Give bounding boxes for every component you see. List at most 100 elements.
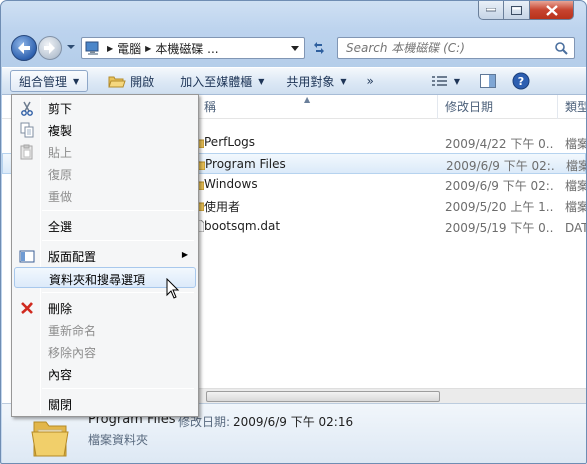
file-date: 2009/6/9 下午 02:... [445, 179, 553, 193]
help-icon: ? [512, 72, 530, 90]
address-bar[interactable]: ▶ 電腦 ▶ 本機磁碟 ... [81, 37, 305, 59]
breadcrumb-separator: ▶ [107, 43, 114, 53]
menu-separator [42, 210, 194, 211]
open-button[interactable]: 開啟 [100, 70, 162, 92]
submenu-arrow-icon: ▶ [181, 250, 188, 259]
file-name: Program Files [205, 157, 286, 171]
horizontal-scrollbar[interactable] [198, 388, 586, 403]
menu-item-label: 關閉 [48, 398, 73, 412]
chevron-down-icon [67, 45, 75, 49]
menu-item-copy[interactable]: 複製 [14, 119, 196, 140]
file-date: 2009/6/9 下午 02:... [446, 159, 554, 173]
close-icon [545, 4, 558, 16]
menu-item-delete[interactable]: 刪除 [14, 297, 196, 318]
file-date: 2009/5/19 下午 0... [445, 221, 553, 235]
refresh-icon [314, 42, 324, 54]
file-name: Windows [204, 177, 258, 191]
preview-pane-button[interactable] [472, 70, 504, 92]
scrollbar-thumb[interactable] [206, 391, 440, 402]
column-header-type[interactable]: 類型 [559, 95, 586, 119]
breadcrumb-item-computer[interactable]: 電腦 [117, 40, 141, 57]
svg-text:?: ? [518, 75, 524, 88]
paste-icon [20, 144, 33, 160]
menu-item-label: 複製 [48, 124, 73, 138]
layout-icon [19, 250, 35, 263]
computer-icon [85, 41, 99, 55]
menu-item-label: 內容 [48, 368, 73, 382]
recent-pages-button[interactable] [65, 41, 77, 53]
chevron-down-icon: ▼ [73, 76, 80, 86]
menu-item-properties[interactable]: 內容 [14, 363, 196, 384]
explorer-window: ▶ 電腦 ▶ 本機磁碟 ... 組合管理 ▼ 開啟 加入至媒體櫃 ▼ [0, 0, 587, 464]
file-date: 2009/5/20 上午 1... [445, 200, 553, 214]
open-label: 開啟 [130, 74, 155, 89]
forward-button[interactable] [38, 36, 62, 60]
close-button[interactable] [530, 1, 574, 20]
more-commands-button[interactable]: » [359, 70, 382, 92]
maximize-button[interactable] [504, 1, 530, 20]
file-name: PerfLogs [204, 135, 256, 149]
menu-item-close[interactable]: 關閉 [14, 393, 196, 414]
menu-item-layout[interactable]: 版面配置 ▶ [14, 245, 196, 266]
menu-item-label: 重做 [48, 190, 73, 204]
organize-menu: 剪下 複製 貼上 復原 重做 全選 版面配置 ▶ 資料夾和搜尋選項 刪除 重新命… [11, 94, 199, 417]
file-type: 檔案資料夾 [566, 159, 586, 173]
file-type: 檔案資料夾 [565, 179, 586, 193]
menu-item-label: 重新命名 [48, 324, 97, 338]
minimize-button[interactable] [478, 1, 504, 20]
menu-item-label: 剪下 [48, 102, 73, 116]
menu-item-undo[interactable]: 復原 [14, 163, 196, 184]
menu-separator [42, 240, 194, 241]
file-name: bootsqm.dat [204, 219, 281, 233]
refresh-button[interactable] [307, 37, 331, 59]
include-in-library-button[interactable]: 加入至媒體櫃 ▼ [172, 70, 272, 92]
menu-item-redo[interactable]: 重做 [14, 185, 196, 206]
menu-item-cut[interactable]: 剪下 [14, 97, 196, 118]
menu-item-remove-properties[interactable]: 移除內容 [14, 341, 196, 362]
menu-item-label: 刪除 [48, 302, 73, 316]
folder-icon [31, 421, 69, 457]
share-label: 共用對象 [286, 74, 335, 89]
share-with-button[interactable]: 共用對象 ▼ [278, 70, 354, 92]
breadcrumb-separator: ▶ [145, 43, 152, 53]
file-date: 2009/4/22 下午 0... [445, 137, 553, 151]
file-type: 檔案資料夾 [565, 137, 586, 151]
delete-icon [21, 302, 33, 315]
view-details-icon [431, 76, 447, 86]
file-type: DAT 檔案 [565, 221, 586, 235]
mouse-pointer-icon [166, 278, 180, 299]
scissors-icon [21, 101, 33, 116]
details-modified-value: 2009/6/9 下午 02:16 [233, 415, 354, 429]
menu-item-paste[interactable]: 貼上 [14, 141, 196, 162]
file-type: 檔案資料夾 [565, 200, 586, 214]
menu-item-label: 移除內容 [48, 346, 97, 360]
column-header-name[interactable]: 稱 [198, 95, 438, 119]
back-button[interactable] [11, 35, 37, 61]
menu-separator [42, 388, 194, 389]
help-button[interactable]: ? [504, 70, 538, 92]
search-input[interactable] [346, 41, 556, 55]
arrow-left-icon [18, 42, 30, 54]
breadcrumb-item-local-disk[interactable]: 本機磁碟 ... [155, 40, 218, 57]
menu-item-label: 貼上 [48, 146, 73, 160]
menu-item-select-all[interactable]: 全選 [14, 215, 196, 236]
chevron-down-icon: ▼ [340, 76, 347, 86]
change-view-button[interactable]: ▼ [424, 70, 468, 92]
file-name: 使用者 [204, 200, 241, 214]
menu-item-rename[interactable]: 重新命名 [14, 319, 196, 340]
command-bar: 組合管理 ▼ 開啟 加入至媒體櫃 ▼ 共用對象 ▼ » ▼ ? [2, 67, 586, 95]
organize-label: 組合管理 [19, 74, 68, 89]
menu-item-label: 資料夾和搜尋選項 [49, 273, 146, 287]
preview-pane-icon [480, 74, 497, 88]
organize-button[interactable]: 組合管理 ▼ [10, 70, 89, 92]
chevron-down-icon[interactable] [290, 45, 300, 53]
details-item-type: 檔案資料夾 [88, 433, 149, 447]
include-label: 加入至媒體櫃 [180, 74, 253, 89]
column-header-date[interactable]: 修改日期 [439, 95, 558, 119]
sort-ascending-icon: ▲ [304, 95, 311, 104]
menu-item-label: 復原 [48, 168, 73, 182]
search-box[interactable] [337, 37, 575, 59]
search-icon[interactable] [554, 41, 568, 55]
open-folder-icon [108, 76, 126, 88]
maximize-icon [511, 5, 522, 15]
